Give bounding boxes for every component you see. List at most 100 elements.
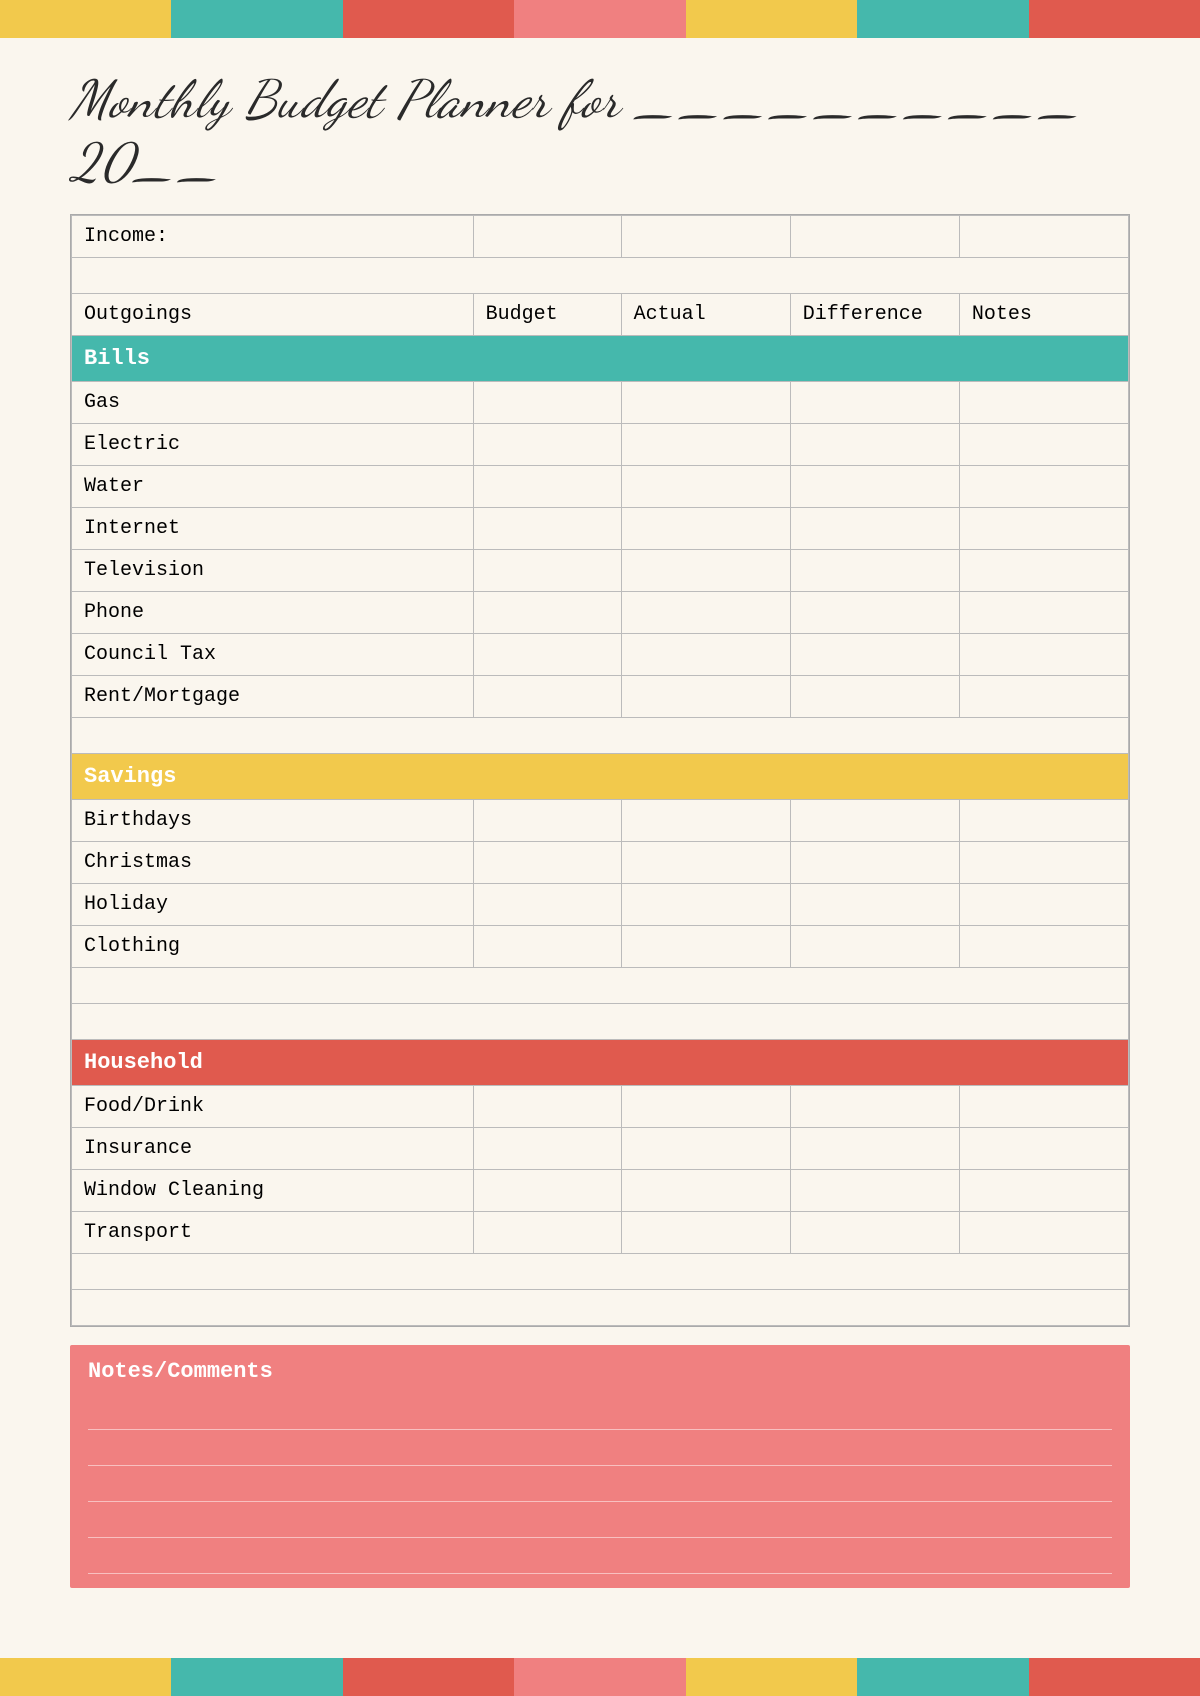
notes-section[interactable]: Notes/Comments bbox=[70, 1345, 1130, 1588]
budget-birthdays[interactable] bbox=[473, 800, 621, 842]
diff-gas[interactable] bbox=[790, 382, 959, 424]
notes-rent-mortgage[interactable] bbox=[959, 676, 1128, 718]
actual-holiday[interactable] bbox=[621, 884, 790, 926]
row-clothing: Clothing bbox=[72, 926, 1129, 968]
household-header-row: Household bbox=[72, 1040, 1129, 1086]
budget-holiday[interactable] bbox=[473, 884, 621, 926]
budget-council-tax[interactable] bbox=[473, 634, 621, 676]
diff-transport[interactable] bbox=[790, 1212, 959, 1254]
row-food-drink: Food/Drink bbox=[72, 1086, 1129, 1128]
diff-rent-mortgage[interactable] bbox=[790, 676, 959, 718]
diff-christmas[interactable] bbox=[790, 842, 959, 884]
actual-insurance[interactable] bbox=[621, 1128, 790, 1170]
label-electric: Electric bbox=[72, 424, 474, 466]
notes-internet[interactable] bbox=[959, 508, 1128, 550]
budget-water[interactable] bbox=[473, 466, 621, 508]
actual-electric[interactable] bbox=[621, 424, 790, 466]
income-label: Income: bbox=[72, 216, 474, 258]
notes-electric[interactable] bbox=[959, 424, 1128, 466]
label-water: Water bbox=[72, 466, 474, 508]
actual-water[interactable] bbox=[621, 466, 790, 508]
row-rent-mortgage: Rent/Mortgage bbox=[72, 676, 1129, 718]
notes-food-drink[interactable] bbox=[959, 1086, 1128, 1128]
budget-rent-mortgage[interactable] bbox=[473, 676, 621, 718]
income-diff[interactable] bbox=[790, 216, 959, 258]
main-table-container: Income: Outgoings Budget Actual Differen… bbox=[70, 214, 1130, 1327]
row-christmas: Christmas bbox=[72, 842, 1129, 884]
notes-transport[interactable] bbox=[959, 1212, 1128, 1254]
diff-electric[interactable] bbox=[790, 424, 959, 466]
top-bar bbox=[0, 0, 1200, 38]
diff-clothing[interactable] bbox=[790, 926, 959, 968]
diff-birthdays[interactable] bbox=[790, 800, 959, 842]
notes-line-3 bbox=[88, 1466, 1112, 1502]
actual-transport[interactable] bbox=[621, 1212, 790, 1254]
budget-gas[interactable] bbox=[473, 382, 621, 424]
budget-television[interactable] bbox=[473, 550, 621, 592]
income-budget[interactable] bbox=[473, 216, 621, 258]
row-birthdays: Birthdays bbox=[72, 800, 1129, 842]
diff-phone[interactable] bbox=[790, 592, 959, 634]
top-seg-5 bbox=[686, 0, 857, 38]
col-actual: Actual bbox=[621, 294, 790, 336]
diff-television[interactable] bbox=[790, 550, 959, 592]
budget-transport[interactable] bbox=[473, 1212, 621, 1254]
notes-line-2 bbox=[88, 1430, 1112, 1466]
diff-food-drink[interactable] bbox=[790, 1086, 959, 1128]
actual-birthdays[interactable] bbox=[621, 800, 790, 842]
actual-internet[interactable] bbox=[621, 508, 790, 550]
notes-window-cleaning[interactable] bbox=[959, 1170, 1128, 1212]
actual-television[interactable] bbox=[621, 550, 790, 592]
budget-internet[interactable] bbox=[473, 508, 621, 550]
savings-header-row: Savings bbox=[72, 754, 1129, 800]
diff-internet[interactable] bbox=[790, 508, 959, 550]
diff-window-cleaning[interactable] bbox=[790, 1170, 959, 1212]
bills-header-row: Bills bbox=[72, 336, 1129, 382]
diff-insurance[interactable] bbox=[790, 1128, 959, 1170]
notes-birthdays[interactable] bbox=[959, 800, 1128, 842]
actual-christmas[interactable] bbox=[621, 842, 790, 884]
label-council-tax: Council Tax bbox=[72, 634, 474, 676]
budget-window-cleaning[interactable] bbox=[473, 1170, 621, 1212]
actual-rent-mortgage[interactable] bbox=[621, 676, 790, 718]
actual-council-tax[interactable] bbox=[621, 634, 790, 676]
income-row: Income: bbox=[72, 216, 1129, 258]
bot-seg-6 bbox=[857, 1658, 1028, 1696]
notes-lines bbox=[88, 1394, 1112, 1574]
actual-phone[interactable] bbox=[621, 592, 790, 634]
actual-window-cleaning[interactable] bbox=[621, 1170, 790, 1212]
notes-water[interactable] bbox=[959, 466, 1128, 508]
label-television: Television bbox=[72, 550, 474, 592]
spacer-bills-savings bbox=[72, 718, 1129, 754]
income-notes[interactable] bbox=[959, 216, 1128, 258]
diff-holiday[interactable] bbox=[790, 884, 959, 926]
notes-gas[interactable] bbox=[959, 382, 1128, 424]
notes-holiday[interactable] bbox=[959, 884, 1128, 926]
budget-christmas[interactable] bbox=[473, 842, 621, 884]
budget-clothing[interactable] bbox=[473, 926, 621, 968]
label-christmas: Christmas bbox=[72, 842, 474, 884]
notes-phone[interactable] bbox=[959, 592, 1128, 634]
diff-water[interactable] bbox=[790, 466, 959, 508]
diff-council-tax[interactable] bbox=[790, 634, 959, 676]
notes-line-4 bbox=[88, 1502, 1112, 1538]
budget-insurance[interactable] bbox=[473, 1128, 621, 1170]
actual-clothing[interactable] bbox=[621, 926, 790, 968]
actual-food-drink[interactable] bbox=[621, 1086, 790, 1128]
notes-council-tax[interactable] bbox=[959, 634, 1128, 676]
actual-gas[interactable] bbox=[621, 382, 790, 424]
budget-food-drink[interactable] bbox=[473, 1086, 621, 1128]
notes-television[interactable] bbox=[959, 550, 1128, 592]
budget-table: Income: Outgoings Budget Actual Differen… bbox=[71, 215, 1129, 1326]
row-television: Television bbox=[72, 550, 1129, 592]
row-holiday: Holiday bbox=[72, 884, 1129, 926]
notes-christmas[interactable] bbox=[959, 842, 1128, 884]
budget-phone[interactable] bbox=[473, 592, 621, 634]
notes-clothing[interactable] bbox=[959, 926, 1128, 968]
income-actual[interactable] bbox=[621, 216, 790, 258]
col-outgoings: Outgoings bbox=[72, 294, 474, 336]
top-seg-7 bbox=[1029, 0, 1200, 38]
label-birthdays: Birthdays bbox=[72, 800, 474, 842]
budget-electric[interactable] bbox=[473, 424, 621, 466]
notes-insurance[interactable] bbox=[959, 1128, 1128, 1170]
